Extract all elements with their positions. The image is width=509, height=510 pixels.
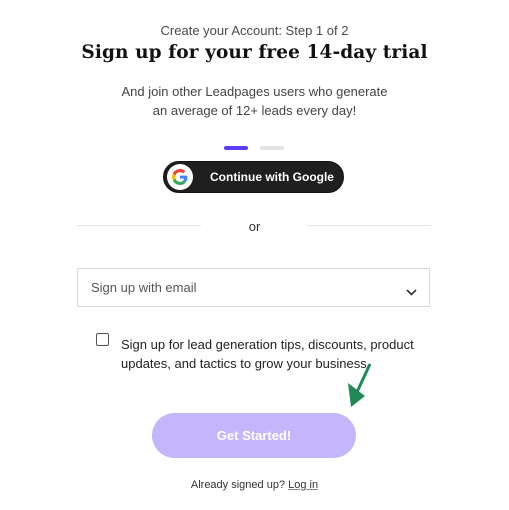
get-started-button[interactable]: Get Started! [152, 413, 356, 458]
log-in-link[interactable]: Log in [288, 479, 318, 491]
chevron-down-icon[interactable] [406, 283, 417, 301]
subtitle-line-1: And join other Leadpages users who gener… [121, 84, 388, 99]
step-dot-inactive [260, 146, 284, 150]
optin-line-1: Sign up for lead generation tips, discou… [121, 337, 414, 352]
already-signed-up-text: Already signed up? [190, 479, 286, 491]
marketing-optin-label[interactable]: Sign up for lead generation tips, discou… [121, 335, 421, 373]
green-arrow-icon [345, 362, 375, 413]
page-subtitle: And join other Leadpages users who gener… [0, 82, 509, 120]
step-dot-active [224, 146, 248, 150]
optin-line-2: updates, and tactics to grow your busine… [121, 356, 367, 371]
google-button-label: Continue with Google [210, 170, 334, 184]
email-input[interactable] [91, 269, 391, 306]
marketing-optin-checkbox[interactable] [96, 333, 109, 346]
page-title: Sign up for your free 14-day trial [81, 42, 428, 63]
google-g-icon [167, 164, 193, 190]
subtitle-line-2: an average of 12+ leads every day! [152, 103, 357, 118]
divider-or-text: or [248, 219, 261, 234]
continue-with-google-button[interactable]: Continue with Google [163, 161, 344, 193]
already-signed-up: Already signed up? Log in [0, 479, 509, 491]
divider-line-right [307, 225, 431, 226]
step-indicator-text: Create your Account: Step 1 of 2 [160, 23, 349, 38]
email-signup-field[interactable] [77, 268, 430, 307]
